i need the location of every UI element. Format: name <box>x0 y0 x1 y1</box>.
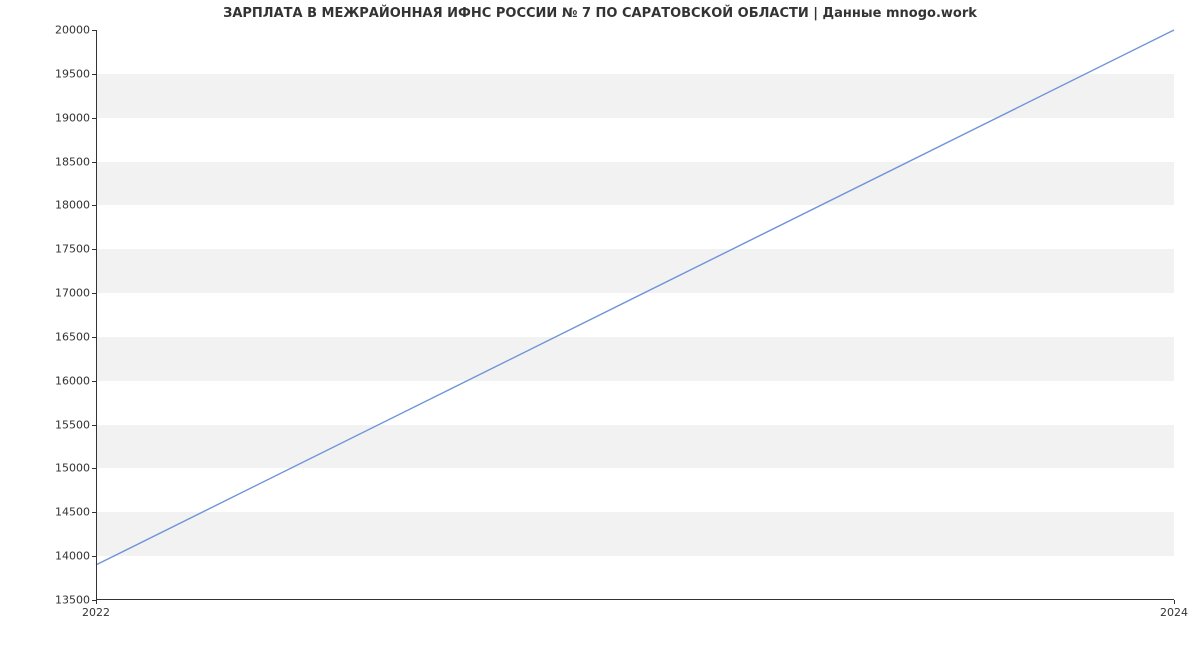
plot-area <box>96 30 1174 600</box>
y-tick-mark <box>92 162 96 163</box>
y-tick-mark <box>92 556 96 557</box>
y-tick-mark <box>92 381 96 382</box>
y-tick-label: 15500 <box>30 418 90 431</box>
y-tick-label: 17000 <box>30 287 90 300</box>
y-tick-mark <box>92 512 96 513</box>
y-tick-label: 16500 <box>30 330 90 343</box>
y-tick-mark <box>92 30 96 31</box>
y-tick-label: 16000 <box>30 374 90 387</box>
y-tick-label: 19000 <box>30 111 90 124</box>
y-tick-label: 13500 <box>30 594 90 607</box>
x-axis-line <box>96 599 1174 600</box>
y-tick-mark <box>92 293 96 294</box>
y-tick-mark <box>92 425 96 426</box>
y-tick-mark <box>92 249 96 250</box>
x-tick-label: 2024 <box>1160 606 1188 619</box>
y-tick-label: 18000 <box>30 199 90 212</box>
y-tick-mark <box>92 74 96 75</box>
y-axis-line <box>96 30 97 600</box>
data-line <box>96 30 1174 600</box>
y-tick-mark <box>92 118 96 119</box>
y-tick-mark <box>92 205 96 206</box>
y-tick-label: 19500 <box>30 67 90 80</box>
y-tick-label: 18500 <box>30 155 90 168</box>
y-tick-mark <box>92 468 96 469</box>
y-tick-label: 15000 <box>30 462 90 475</box>
y-tick-label: 14500 <box>30 506 90 519</box>
y-tick-label: 17500 <box>30 243 90 256</box>
y-tick-mark <box>92 337 96 338</box>
y-tick-label: 20000 <box>30 24 90 37</box>
chart-title: ЗАРПЛАТА В МЕЖРАЙОННАЯ ИФНС РОССИИ № 7 П… <box>0 6 1200 21</box>
x-tick-mark <box>96 600 97 604</box>
x-tick-label: 2022 <box>82 606 110 619</box>
salary-line-chart: ЗАРПЛАТА В МЕЖРАЙОННАЯ ИФНС РОССИИ № 7 П… <box>0 0 1200 650</box>
x-tick-mark <box>1174 600 1175 604</box>
y-tick-label: 14000 <box>30 550 90 563</box>
